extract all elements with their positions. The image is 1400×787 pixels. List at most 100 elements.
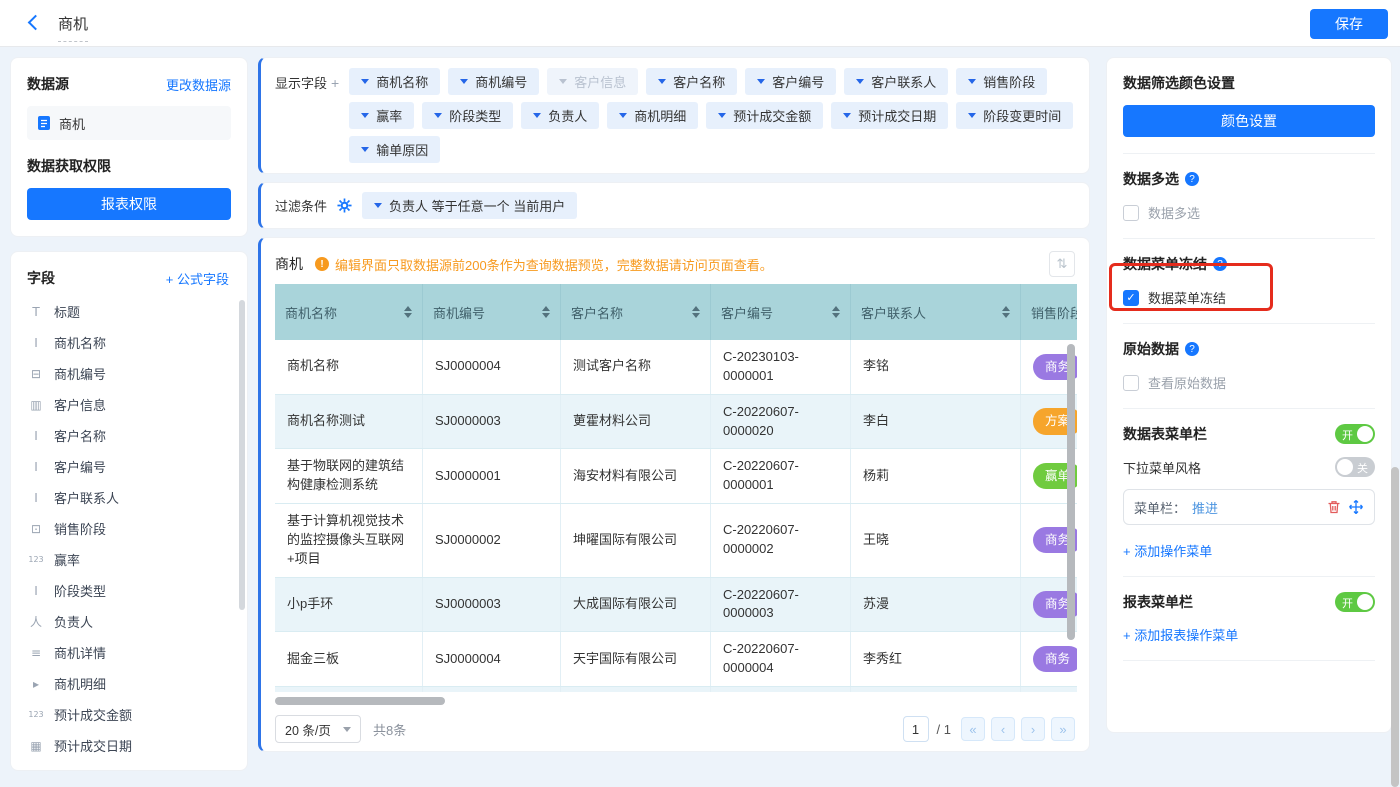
table-menu-toggle[interactable]: 开 bbox=[1335, 424, 1375, 444]
datasource-item[interactable]: 商机 bbox=[27, 106, 231, 140]
display-field-tag-客户编号[interactable]: 客户编号 bbox=[745, 68, 836, 95]
display-field-tag-赢率[interactable]: 赢率 bbox=[349, 102, 414, 129]
field-item-预计成交金额[interactable]: 123预计成交金额 bbox=[27, 699, 239, 730]
column-header-销售阶段[interactable]: 销售阶段 bbox=[1021, 284, 1077, 340]
table-vertical-scrollbar[interactable] bbox=[1067, 344, 1075, 640]
help-icon[interactable]: ? bbox=[1185, 172, 1199, 186]
cell-contact: 杨莉 bbox=[851, 449, 1021, 503]
field-item-标题[interactable]: T标题 bbox=[27, 296, 239, 327]
sort-arrows-icon[interactable] bbox=[542, 306, 550, 318]
table-row[interactable]: 掘金三板SJ0000004天宇国际有限公司C-20220607-0000004李… bbox=[275, 632, 1077, 687]
field-item-赢率[interactable]: 123赢率 bbox=[27, 544, 239, 575]
chevron-down-icon bbox=[361, 147, 369, 152]
prev-page-button[interactable]: ‹ bbox=[991, 717, 1015, 741]
field-item-客户名称[interactable]: I客户名称 bbox=[27, 420, 239, 451]
display-field-tag-商机编号[interactable]: 商机编号 bbox=[448, 68, 539, 95]
menu-item[interactable]: 菜单栏： 推进 bbox=[1123, 489, 1375, 525]
field-item-商机编号[interactable]: ⊟商机编号 bbox=[27, 358, 239, 389]
tag-label: 客户联系人 bbox=[871, 72, 936, 91]
raw-data-checkbox[interactable]: 查看原始数据 bbox=[1123, 373, 1375, 392]
field-item-商机详情[interactable]: ≡商机详情 bbox=[27, 637, 239, 668]
help-icon[interactable]: ? bbox=[1213, 257, 1227, 271]
trash-icon[interactable] bbox=[1326, 499, 1342, 515]
first-page-button[interactable]: « bbox=[961, 717, 985, 741]
table-row[interactable]: 商机名称测试SJ0000003莄霍材料公司C-20220607-0000020李… bbox=[275, 395, 1077, 450]
table-row[interactable]: 基于物联网的建筑结构健康检测系统SJ0000001海安材料有限公司C-20220… bbox=[275, 449, 1077, 504]
sort-desc-icon bbox=[692, 313, 700, 318]
field-item-负责人[interactable]: 人负责人 bbox=[27, 606, 239, 637]
cell-name: 基于计算机视觉技术的监控摄像头互联网+项目 bbox=[275, 504, 423, 577]
menu-freeze-checkbox[interactable]: ✓数据菜单冻结 bbox=[1123, 288, 1375, 307]
table-horizontal-scrollbar[interactable] bbox=[275, 697, 445, 705]
column-header-客户编号[interactable]: 客户编号 bbox=[711, 284, 851, 340]
filter-condition-tag[interactable]: 负责人 等于任意一个 当前用户 bbox=[362, 192, 577, 219]
field-item-商机名称[interactable]: I商机名称 bbox=[27, 327, 239, 358]
fields-scrollbar[interactable] bbox=[239, 300, 245, 610]
page-size-select[interactable]: 20 条/页 bbox=[275, 715, 361, 743]
display-field-tag-客户联系人[interactable]: 客户联系人 bbox=[844, 68, 948, 95]
field-item-商机明细[interactable]: ▸商机明细 bbox=[27, 668, 239, 699]
table-sort-button[interactable]: ⇅ bbox=[1049, 251, 1075, 277]
report-permission-button[interactable]: 报表权限 bbox=[27, 188, 231, 220]
column-header-客户联系人[interactable]: 客户联系人 bbox=[851, 284, 1021, 340]
column-header-商机名称[interactable]: 商机名称 bbox=[275, 284, 423, 340]
sort-arrows-icon[interactable] bbox=[404, 306, 412, 318]
field-item-label: 商机名称 bbox=[54, 333, 106, 352]
window-scrollbar[interactable] bbox=[1391, 467, 1399, 787]
table-row[interactable]: 便携式哮喘病监测系统SJ0000005飞星材料公司C-20220607-0000… bbox=[275, 687, 1077, 692]
back-icon[interactable] bbox=[28, 15, 44, 31]
report-menu-toggle[interactable]: 开 bbox=[1335, 592, 1375, 612]
table-row[interactable]: 小p手环SJ0000003大成国际有限公司C-20220607-0000003苏… bbox=[275, 578, 1077, 633]
field-item-销售阶段[interactable]: ⊡销售阶段 bbox=[27, 513, 239, 544]
next-page-button[interactable]: › bbox=[1021, 717, 1045, 741]
add-action-menu-link[interactable]: + 添加操作菜单 bbox=[1123, 541, 1375, 560]
change-datasource-link[interactable]: 更改数据源 bbox=[166, 75, 231, 94]
add-report-menu-link[interactable]: + 添加报表操作菜单 bbox=[1123, 625, 1375, 644]
move-icon[interactable] bbox=[1348, 499, 1364, 515]
cell-name: 小p手环 bbox=[275, 578, 423, 632]
tag-label: 阶段类型 bbox=[449, 106, 501, 125]
page-input[interactable] bbox=[903, 716, 929, 742]
display-field-tag-预计成交金额[interactable]: 预计成交金额 bbox=[706, 102, 823, 129]
sort-desc-icon bbox=[542, 313, 550, 318]
add-field-icon[interactable]: + bbox=[331, 75, 339, 91]
column-header-label: 商机名称 bbox=[285, 303, 337, 322]
last-page-button[interactable]: » bbox=[1051, 717, 1075, 741]
field-item-阶段类型[interactable]: I阶段类型 bbox=[27, 575, 239, 606]
display-field-tag-阶段类型[interactable]: 阶段类型 bbox=[422, 102, 513, 129]
display-field-tag-负责人[interactable]: 负责人 bbox=[521, 102, 599, 129]
table-row[interactable]: 商机名称SJ0000004测试客户名称C-20230103-0000001李铭商… bbox=[275, 340, 1077, 395]
field-item-客户编号[interactable]: I客户编号 bbox=[27, 451, 239, 482]
table-menu-title: 数据表菜单栏 bbox=[1123, 424, 1207, 444]
field-item-label: 负责人 bbox=[54, 612, 93, 631]
sort-arrows-icon[interactable] bbox=[1002, 306, 1010, 318]
display-field-tag-预计成交日期[interactable]: 预计成交日期 bbox=[831, 102, 948, 129]
field-item-客户联系人[interactable]: I客户联系人 bbox=[27, 482, 239, 513]
fields-card: 字段 + 公式字段 T标题I商机名称⊟商机编号▥客户信息I客户名称I客户编号I客… bbox=[10, 251, 248, 771]
field-item-预计成交日期[interactable]: ▦预计成交日期 bbox=[27, 730, 239, 761]
display-field-tag-阶段变更时间[interactable]: 阶段变更时间 bbox=[956, 102, 1073, 129]
gear-icon[interactable] bbox=[337, 198, 352, 213]
column-header-客户名称[interactable]: 客户名称 bbox=[561, 284, 711, 340]
dropdown-style-toggle[interactable]: 关 bbox=[1335, 457, 1375, 477]
table-row[interactable]: 基于计算机视觉技术的监控摄像头互联网+项目SJ0000002坤曜国际有限公司C-… bbox=[275, 504, 1077, 578]
raw-data-section: 原始数据 ? 查看原始数据 bbox=[1123, 324, 1375, 409]
field-item-客户信息[interactable]: ▥客户信息 bbox=[27, 389, 239, 420]
formula-field-link[interactable]: + 公式字段 bbox=[166, 269, 229, 288]
sort-arrows-icon[interactable] bbox=[832, 306, 840, 318]
report-menu-section: 报表菜单栏 开 + 添加报表操作菜单 bbox=[1123, 577, 1375, 661]
multi-select-checkbox[interactable]: 数据多选 bbox=[1123, 203, 1375, 222]
color-setting-button[interactable]: 颜色设置 bbox=[1123, 105, 1375, 137]
display-field-tag-商机名称[interactable]: 商机名称 bbox=[349, 68, 440, 95]
display-field-tag-销售阶段[interactable]: 销售阶段 bbox=[956, 68, 1047, 95]
save-button[interactable]: 保存 bbox=[1310, 9, 1388, 39]
display-field-tag-商机明细[interactable]: 商机明细 bbox=[607, 102, 698, 129]
display-fields-tags: 商机名称商机编号客户信息客户名称客户编号客户联系人销售阶段赢率阶段类型负责人商机… bbox=[349, 68, 1075, 163]
help-icon[interactable]: ? bbox=[1185, 342, 1199, 356]
column-header-商机编号[interactable]: 商机编号 bbox=[423, 284, 561, 340]
tag-label: 商机编号 bbox=[475, 72, 527, 91]
display-field-tag-输单原因[interactable]: 输单原因 bbox=[349, 136, 440, 163]
sort-arrows-icon[interactable] bbox=[692, 306, 700, 318]
cell-customer: 大成国际有限公司 bbox=[561, 578, 711, 632]
display-field-tag-客户名称[interactable]: 客户名称 bbox=[646, 68, 737, 95]
